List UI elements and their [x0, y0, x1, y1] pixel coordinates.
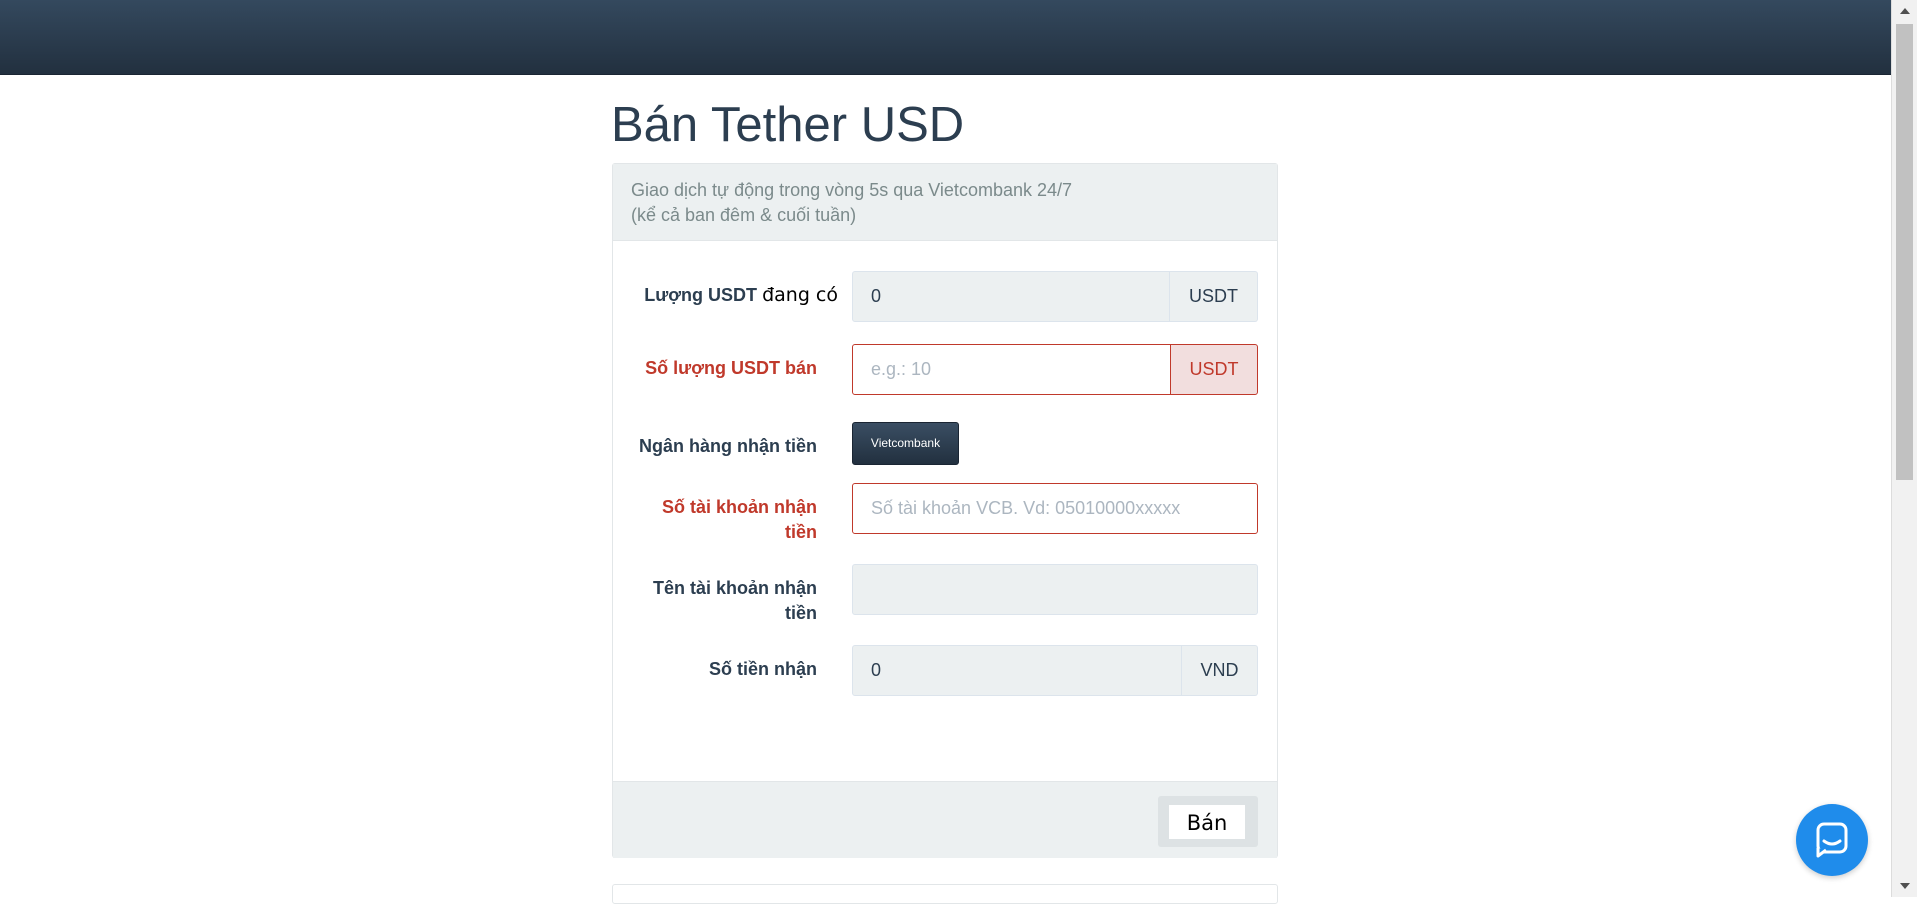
receive-amount-unit: VND	[1182, 645, 1258, 696]
notice-line-2: (kể cả ban đêm & cuối tuần)	[631, 205, 857, 225]
balance-label: Lượng USDT đang có	[617, 283, 838, 308]
account-name-field	[852, 564, 1258, 615]
balance-field	[852, 271, 1170, 322]
account-number-input[interactable]	[852, 483, 1258, 534]
vietcombank-button[interactable]: Vietcombank	[852, 422, 959, 465]
balance-unit: USDT	[1170, 271, 1258, 322]
chat-icon	[1816, 822, 1848, 858]
balance-label-plain: đang có	[762, 284, 838, 306]
scroll-down-arrow-icon[interactable]	[1900, 883, 1910, 889]
notice-line-1: Giao dịch tự động trong vòng 5s qua Viet…	[631, 180, 1073, 200]
account-name-label-line-1: Tên tài khoản nhận	[652, 578, 817, 598]
top-navbar	[0, 0, 1891, 75]
panel-footer: Bán	[613, 781, 1277, 858]
balance-label-bold: Lượng USDT	[644, 285, 758, 305]
scroll-thumb[interactable]	[1896, 24, 1913, 480]
next-panel	[612, 884, 1278, 904]
sell-amount-input[interactable]	[852, 344, 1171, 395]
account-number-label-line-2: tiền	[784, 522, 817, 542]
account-name-label: Tên tài khoản nhận tiền	[617, 576, 817, 626]
receive-amount-field	[852, 645, 1182, 696]
account-number-label-line-1: Số tài khoản nhận	[661, 497, 817, 517]
panel-heading: Giao dịch tự động trong vòng 5s qua Viet…	[613, 164, 1277, 241]
sell-amount-label: Số lượng USDT bán	[645, 358, 817, 378]
scroll-up-arrow-icon[interactable]	[1900, 8, 1910, 14]
account-name-label-line-2: tiền	[784, 603, 817, 623]
page-scrollbar[interactable]	[1891, 0, 1917, 897]
bank-label: Ngân hàng nhận tiền	[639, 436, 817, 456]
page-title: Bán Tether USD	[611, 98, 965, 152]
submit-button-frame: Bán	[1158, 796, 1258, 847]
receive-amount-label: Số tiền nhận	[709, 659, 817, 679]
account-number-label: Số tài khoản nhận tiền	[617, 495, 817, 545]
chat-launcher-button[interactable]	[1796, 804, 1868, 876]
sell-amount-unit: USDT	[1170, 344, 1258, 395]
sell-submit-button[interactable]: Bán	[1169, 805, 1245, 839]
notice-text: Giao dịch tự động trong vòng 5s qua Viet…	[631, 178, 1072, 228]
